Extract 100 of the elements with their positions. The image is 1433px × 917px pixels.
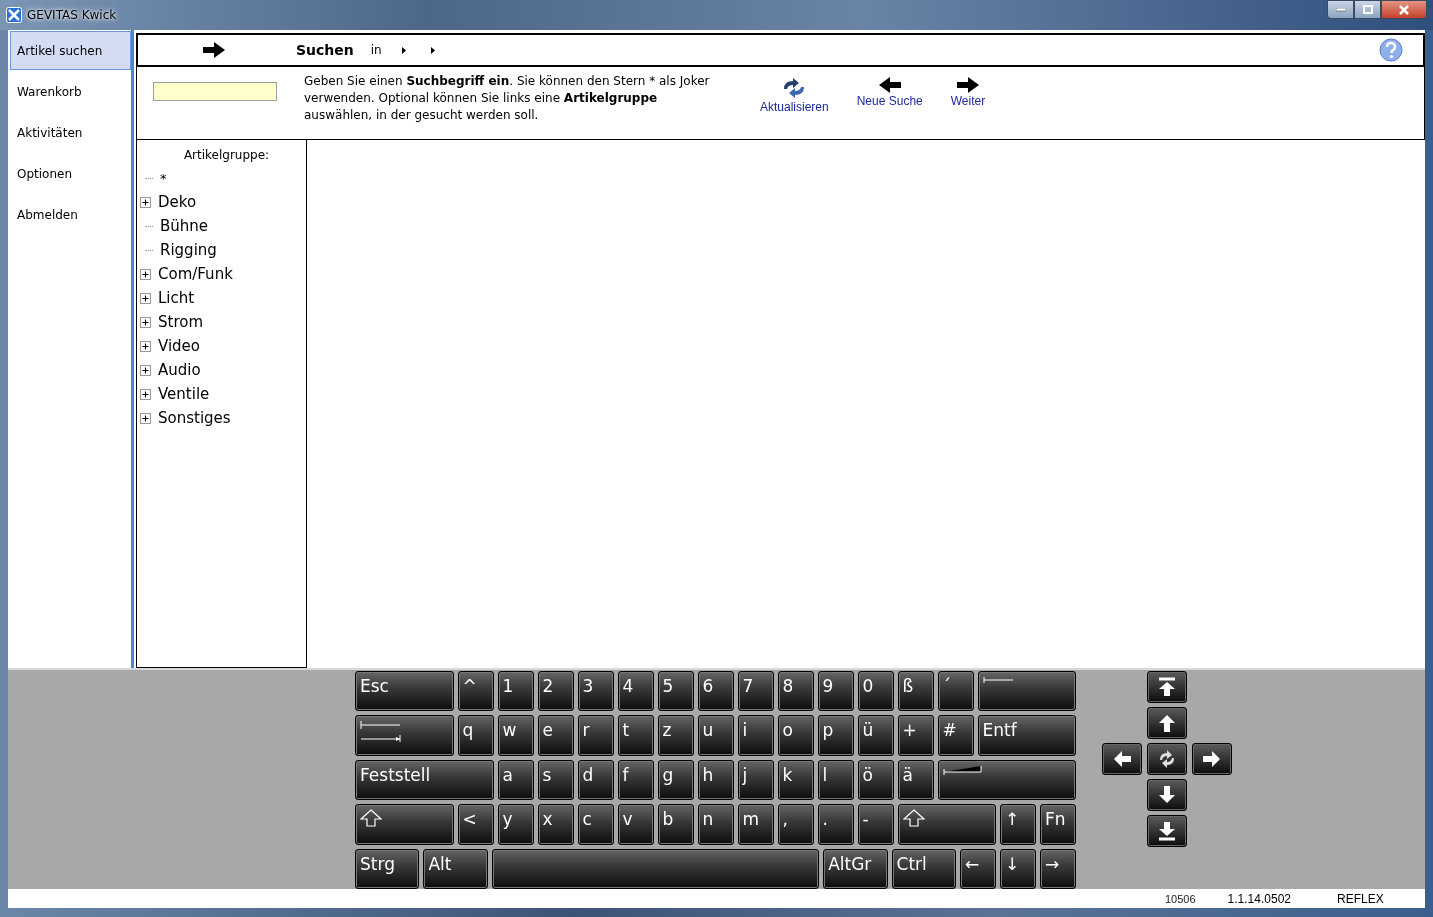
backspace-key[interactable]: [977, 671, 1076, 712]
key[interactable]: Esc: [355, 671, 454, 712]
right-arrow-button[interactable]: [1192, 743, 1232, 775]
tree-item[interactable]: Bühne: [160, 217, 209, 235]
key[interactable]: w: [497, 715, 534, 756]
key[interactable]: -: [857, 804, 894, 845]
key[interactable]: 8: [777, 671, 814, 712]
enter-key[interactable]: [937, 759, 1076, 801]
shift-key[interactable]: [355, 804, 454, 845]
tree-item[interactable]: Deko: [158, 193, 197, 211]
key[interactable]: ↓: [1000, 848, 1036, 890]
key[interactable]: ö: [857, 759, 894, 801]
key[interactable]: ←: [960, 848, 996, 890]
key[interactable]: n: [697, 804, 734, 845]
refresh-button[interactable]: [1147, 743, 1187, 775]
jump-bottom-button[interactable]: [1147, 815, 1187, 847]
key[interactable]: 1: [497, 671, 534, 712]
key[interactable]: ß: [897, 671, 934, 712]
key[interactable]: Alt: [423, 848, 488, 890]
expand-icon[interactable]: [140, 292, 151, 304]
key[interactable]: g: [657, 759, 694, 801]
key[interactable]: o: [777, 715, 814, 756]
key[interactable]: <: [457, 804, 494, 845]
tree-item[interactable]: Strom: [158, 313, 204, 331]
triangle-icon[interactable]: [401, 46, 406, 54]
key[interactable]: v: [617, 804, 654, 845]
key[interactable]: +: [897, 715, 934, 756]
key[interactable]: ↑: [1000, 804, 1036, 845]
key[interactable]: f: [617, 759, 654, 801]
space-key[interactable]: [491, 848, 820, 890]
key[interactable]: Feststell: [355, 759, 494, 801]
sidebar-item[interactable]: Optionen: [10, 154, 131, 193]
key[interactable]: 6: [697, 671, 734, 712]
down-arrow-button[interactable]: [1147, 779, 1187, 811]
key[interactable]: s: [537, 759, 574, 801]
close-button[interactable]: [1381, 0, 1427, 19]
key[interactable]: ä: [897, 759, 934, 801]
key[interactable]: t: [617, 715, 654, 756]
key[interactable]: 3: [577, 671, 614, 712]
tree-item[interactable]: Video: [158, 337, 201, 355]
key[interactable]: e: [537, 715, 574, 756]
key[interactable]: AltGr: [823, 848, 888, 890]
key[interactable]: i: [737, 715, 774, 756]
shift-key[interactable]: [897, 804, 996, 845]
sidebar-item[interactable]: Warenkorb: [10, 72, 131, 111]
left-arrow-button[interactable]: [1102, 743, 1142, 775]
up-arrow-button[interactable]: [1147, 707, 1187, 739]
tree-item[interactable]: Audio: [158, 361, 201, 379]
next-button[interactable]: Weiter: [950, 77, 986, 114]
sidebar-item[interactable]: Abmelden: [10, 195, 131, 234]
key[interactable]: 5: [657, 671, 694, 712]
key[interactable]: j: [737, 759, 774, 801]
sidebar-item[interactable]: Artikel suchen: [10, 31, 131, 70]
key[interactable]: ,: [777, 804, 814, 845]
key[interactable]: ´: [937, 671, 974, 712]
key[interactable]: 9: [817, 671, 854, 712]
key[interactable]: p: [817, 715, 854, 756]
key[interactable]: Strg: [355, 848, 420, 890]
key[interactable]: ^: [457, 671, 494, 712]
key[interactable]: h: [697, 759, 734, 801]
refresh-button[interactable]: Aktualisieren: [760, 77, 829, 114]
key[interactable]: l: [817, 759, 854, 801]
key[interactable]: k: [777, 759, 814, 801]
key[interactable]: ü: [857, 715, 894, 756]
key[interactable]: #: [937, 715, 974, 756]
expand-icon[interactable]: [140, 316, 151, 328]
tree-item[interactable]: Sonstiges: [158, 409, 231, 427]
key[interactable]: a: [497, 759, 534, 801]
expand-icon[interactable]: [140, 388, 151, 400]
expand-icon[interactable]: [140, 268, 151, 280]
key[interactable]: .: [817, 804, 854, 845]
help-icon[interactable]: [1379, 38, 1403, 62]
tree-item[interactable]: Licht: [158, 289, 195, 307]
maximize-button[interactable]: [1354, 0, 1381, 19]
key[interactable]: m: [737, 804, 774, 845]
tree-item[interactable]: *: [160, 170, 167, 186]
key[interactable]: b: [657, 804, 694, 845]
jump-top-button[interactable]: [1147, 671, 1187, 703]
key[interactable]: Fn: [1040, 804, 1076, 845]
key[interactable]: x: [537, 804, 574, 845]
expand-icon[interactable]: [140, 196, 151, 208]
search-field[interactable]: [153, 82, 277, 101]
new-search-button[interactable]: Neue Suche: [856, 77, 923, 114]
key[interactable]: 7: [737, 671, 774, 712]
key[interactable]: 4: [617, 671, 654, 712]
key[interactable]: q: [457, 715, 494, 756]
key[interactable]: 2: [537, 671, 574, 712]
key[interactable]: y: [497, 804, 534, 845]
key[interactable]: →: [1040, 848, 1076, 890]
tree-item[interactable]: Com/Funk: [158, 265, 233, 283]
tree-item[interactable]: Rigging: [160, 241, 217, 259]
expand-icon[interactable]: [140, 412, 151, 424]
tab-key[interactable]: [355, 715, 454, 756]
key[interactable]: Ctrl: [891, 848, 956, 890]
key[interactable]: z: [657, 715, 694, 756]
key[interactable]: 0: [857, 671, 894, 712]
key[interactable]: c: [577, 804, 614, 845]
tree-item[interactable]: Ventile: [158, 385, 210, 403]
key[interactable]: Entf: [977, 715, 1076, 756]
expand-icon[interactable]: [140, 340, 151, 352]
